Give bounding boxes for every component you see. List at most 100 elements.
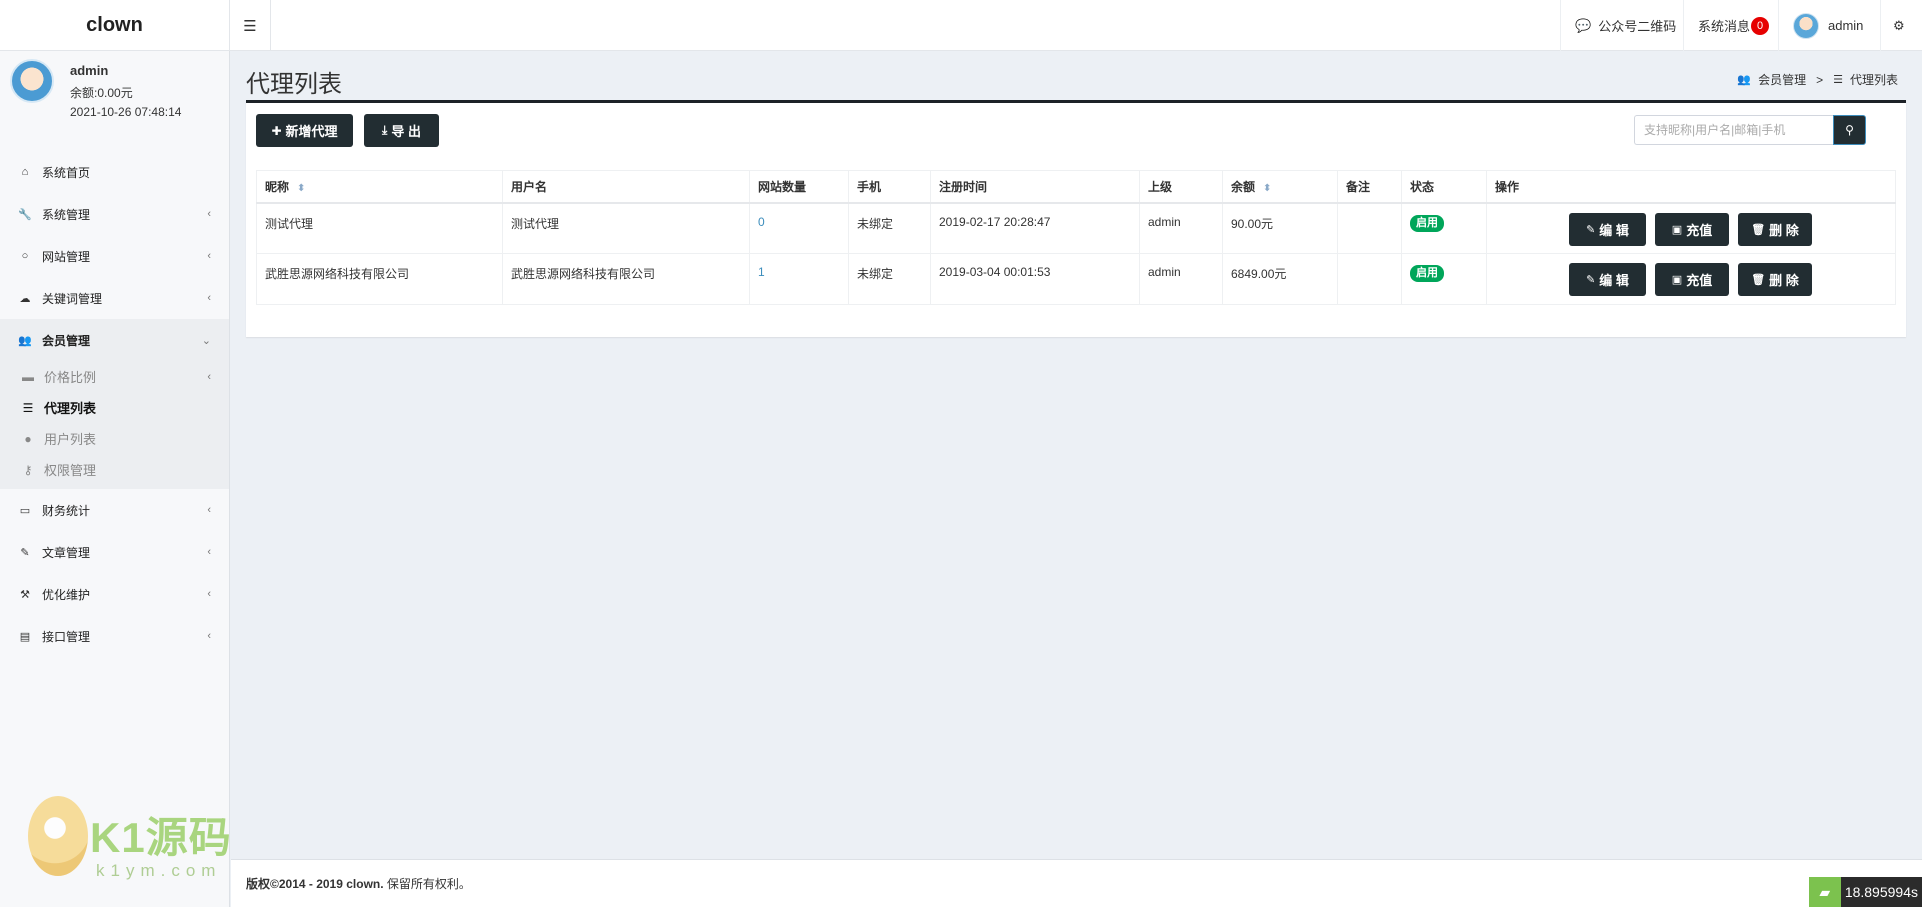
cell-balance: 90.00元: [1222, 202, 1338, 254]
edit-icon: ✎: [1586, 274, 1596, 286]
sidebar-item-optimization[interactable]: ⚒ 优化维护 ‹: [0, 573, 229, 615]
cell-remark: [1337, 202, 1402, 254]
delete-button[interactable]: 🗑 删 除: [1738, 212, 1812, 246]
cell-reg-time: 2019-03-04 00:01:53: [930, 253, 1140, 305]
user-menu[interactable]: admin: [1778, 0, 1877, 51]
sidebar-item-api[interactable]: ▤ 接口管理 ‹: [0, 615, 229, 657]
sort-icon: ⬍: [1263, 182, 1272, 194]
sidebar-item-system[interactable]: 🔧 系统管理 ‹: [0, 193, 229, 235]
sidebar-item-label: 系统首页: [42, 165, 91, 180]
column-header-phone: 手机: [848, 170, 931, 204]
sidebar-item-sites[interactable]: ○ 网站管理 ‹: [0, 235, 229, 277]
footer-copyright: 版权©2014 - 2019 clown.: [246, 877, 384, 891]
sites-count-link[interactable]: 0: [758, 215, 765, 229]
search-input[interactable]: [1634, 115, 1834, 145]
column-header-label: 手机: [857, 179, 882, 194]
search-button[interactable]: ⚲: [1833, 115, 1866, 145]
wechat-icon: 💬: [1575, 17, 1592, 33]
key-icon: ⚷: [23, 462, 33, 477]
sidebar-item-label: 关键词管理: [42, 291, 103, 306]
gavel-icon: ⚒: [20, 588, 30, 601]
cell-sites: 1: [749, 253, 849, 305]
circle-icon: ○: [21, 250, 29, 262]
sidebar-subitem-price-ratio[interactable]: ▬ 价格比例 ‹: [0, 361, 229, 392]
sidebar-item-label: 接口管理: [42, 629, 91, 644]
footer-rights: 保留所有权利。: [386, 877, 471, 891]
qrcode-link[interactable]: 💬 公众号二维码: [1560, 0, 1690, 51]
recharge-button[interactable]: ▣ 充值: [1655, 263, 1729, 296]
cell-actions: ✎ 编 辑 ▣ 充值 🗑 删 除: [1486, 253, 1896, 305]
users-icon: 👥: [18, 334, 32, 347]
cell-actions: ✎ 编 辑 ▣ 充值 🗑 删 除: [1486, 202, 1896, 254]
row-actions: ✎ 编 辑 ▣ 充值 🗑 删 除: [1495, 212, 1887, 254]
list-icon: ☰: [1833, 74, 1843, 86]
trash-icon: 🗑: [1751, 274, 1766, 286]
column-header-status: 状态: [1401, 170, 1487, 204]
cell-status: 启用: [1401, 202, 1487, 254]
sidebar-item-label: 系统管理: [42, 207, 91, 222]
cell-remark: [1337, 253, 1402, 305]
table-row: 测试代理 测试代理 0 未绑定 2019-02-17 20:28:47 admi…: [256, 202, 1896, 254]
column-header-label: 用户名: [511, 179, 548, 194]
system-messages-link[interactable]: 系统消息 0: [1683, 0, 1783, 51]
sidebar-subitem-label: 用户列表: [44, 432, 97, 447]
column-header-nickname[interactable]: 昵称 ⬍: [256, 170, 503, 204]
credit-card-icon: ▬: [22, 369, 34, 384]
search-icon: ⚲: [1845, 123, 1854, 137]
sidebar-item-keywords[interactable]: ☁ 关键词管理 ‹: [0, 277, 229, 319]
messages-label: 系统消息: [1698, 19, 1751, 34]
list-icon: ☰: [22, 400, 34, 415]
cell-username: 武胜思源网络科技有限公司: [502, 253, 750, 305]
column-header-label: 备注: [1346, 179, 1371, 194]
sidebar-subitem-permissions[interactable]: ⚷ 权限管理: [0, 454, 229, 485]
recharge-button[interactable]: ▣ 充值: [1655, 212, 1729, 246]
export-button[interactable]: ⤓ 导 出: [364, 114, 439, 147]
chevron-left-icon: ‹: [207, 250, 211, 262]
sidebar-item-label: 文章管理: [42, 545, 91, 560]
messages-count-badge: 0: [1751, 16, 1770, 35]
add-agent-button[interactable]: ✚ 新增代理: [256, 114, 353, 147]
qrcode-label: 公众号二维码: [1598, 19, 1677, 34]
gears-icon: ⚙: [1893, 17, 1905, 33]
sidebar-toggle-button[interactable]: ☰: [230, 0, 271, 51]
table-header-row: 昵称 ⬍ 用户名 网站数量 手机 注册时间 上级 余额 ⬍ 备注 状态 操作: [256, 170, 1896, 204]
user-name: admin: [1828, 18, 1864, 33]
edit-button[interactable]: ✎ 编 辑: [1569, 212, 1646, 246]
sidebar-item-members[interactable]: 👥 会员管理 ⌄: [0, 319, 229, 361]
brand-logo[interactable]: clown: [0, 0, 230, 51]
sidebar-subitem-user-list[interactable]: ● 用户列表: [0, 423, 229, 454]
chevron-left-icon: ‹: [207, 292, 211, 304]
sidebar-subitem-agent-list[interactable]: ☰ 代理列表: [0, 392, 229, 423]
chevron-left-icon: ‹: [207, 630, 211, 642]
plus-icon: ✚: [271, 123, 282, 138]
watermark-subtext: k1ym.com: [96, 861, 222, 880]
sidebar-item-finance[interactable]: ▭ 财务统计 ‹: [0, 489, 229, 531]
column-header-label: 操作: [1495, 179, 1520, 194]
chevron-left-icon: ‹: [207, 208, 211, 220]
cloud-icon: ☁: [19, 292, 31, 305]
sites-count-link[interactable]: 1: [758, 265, 765, 279]
sidebar-item-articles[interactable]: ✎ 文章管理 ‹: [0, 531, 229, 573]
cell-nickname: 测试代理: [256, 202, 503, 254]
download-icon: ⤓: [382, 123, 388, 137]
settings-button[interactable]: ⚙: [1880, 0, 1917, 51]
sidebar-submenu-members: ▬ 价格比例 ‹ ☰ 代理列表 ● 用户列表 ⚷ 权限管理: [0, 361, 229, 489]
column-header-balance[interactable]: 余额 ⬍: [1222, 170, 1338, 204]
trash-icon: 🗑: [1751, 223, 1766, 236]
row-actions: ✎ 编 辑 ▣ 充值 🗑 删 除: [1495, 263, 1887, 304]
wrench-icon: 🔧: [18, 208, 32, 221]
page-load-timer: ▰ 18.895994s: [1808, 877, 1922, 907]
breadcrumb-item[interactable]: 会员管理: [1758, 71, 1806, 88]
status-badge: 启用: [1410, 214, 1444, 232]
chevron-left-icon: ‹: [207, 588, 211, 600]
watermark-icon: [28, 796, 88, 876]
edit-button[interactable]: ✎ 编 辑: [1569, 263, 1646, 296]
watermark-logo: K1源码 k1ym.com: [28, 796, 233, 907]
column-header-label: 网站数量: [758, 179, 807, 194]
delete-button[interactable]: 🗑 删 除: [1738, 263, 1812, 296]
book-icon: ▤: [19, 630, 31, 643]
top-navbar: clown ☰ 💬 公众号二维码 系统消息 0 admin ⚙: [0, 0, 1922, 51]
cell-parent: admin: [1139, 253, 1223, 305]
column-header-parent: 上级: [1139, 170, 1223, 204]
sidebar-item-home[interactable]: ⌂ 系统首页: [0, 151, 229, 193]
